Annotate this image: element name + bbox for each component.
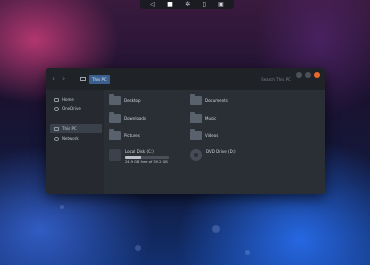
calendar-icon[interactable]: ▣ [218, 0, 224, 9]
folder-icon[interactable]: ■ [167, 0, 173, 9]
drive-free-space: 24.9 GB free of 39.2 GB [125, 160, 168, 164]
folder-documents[interactable]: Documents [190, 94, 228, 105]
disc-icon [190, 149, 202, 161]
sidebar-item-label: Home [62, 97, 74, 102]
forward-button[interactable]: › [62, 74, 65, 84]
sidebar: Home OneDrive This PC Network [46, 90, 104, 194]
folder-music[interactable]: Music [190, 112, 217, 123]
sidebar-item-network[interactable]: Network [54, 134, 100, 143]
bokeh-light [60, 205, 64, 209]
folder-desktop[interactable]: Desktop [109, 94, 141, 105]
maximize-button[interactable] [305, 72, 311, 78]
breadcrumb[interactable]: This PC [89, 75, 110, 84]
computer-icon [54, 126, 59, 131]
home-icon [54, 97, 59, 102]
folder-icon [109, 112, 121, 123]
bokeh-light [245, 250, 250, 255]
top-dock: ◁ ■ ✲ ▯ ▣ [140, 0, 234, 9]
folder-pictures[interactable]: Pictures [109, 129, 140, 140]
drive-usage-bar [125, 156, 169, 159]
drive-usage-fill [125, 156, 141, 159]
sidebar-item-label: Network [62, 136, 79, 141]
drive-name: Local Disk (C:) [125, 149, 154, 154]
folder-name: Documents [205, 97, 228, 103]
sidebar-item-onedrive[interactable]: OneDrive [54, 104, 100, 113]
folder-icon [190, 94, 202, 105]
minimize-button[interactable] [296, 72, 302, 78]
folder-name: Downloads [124, 115, 146, 121]
drive-name: DVD Drive (D:) [206, 149, 236, 154]
folder-name: Desktop [124, 97, 141, 103]
folder-videos[interactable]: Videos [190, 129, 219, 140]
folder-icon [109, 129, 121, 140]
folder-downloads[interactable]: Downloads [109, 112, 146, 123]
settings-icon[interactable]: ✲ [185, 0, 190, 9]
sidebar-item-label: OneDrive [62, 106, 81, 111]
folder-name: Music [205, 115, 217, 121]
bokeh-light [212, 225, 220, 233]
drive-info: Local Disk (C:) 24.9 GB free of 39.2 GB [125, 149, 169, 165]
sidebar-item-this-pc[interactable]: This PC [50, 124, 102, 133]
volume-icon[interactable]: ◁ [150, 0, 155, 9]
file-explorer-window: ‹ › This PC Search This PC Home OneDrive… [46, 68, 325, 194]
title-bar: ‹ › This PC Search This PC [46, 68, 325, 90]
files-icon[interactable]: ▯ [202, 0, 205, 9]
folder-name: Videos [205, 132, 219, 138]
close-button[interactable] [314, 72, 320, 78]
drive-d[interactable]: DVD Drive (D:) [190, 149, 236, 161]
folder-icon [190, 112, 202, 123]
bokeh-light [135, 245, 141, 251]
windows-drive-icon [109, 149, 121, 161]
computer-icon [80, 77, 86, 81]
cloud-icon [54, 106, 59, 111]
back-button[interactable]: ‹ [52, 74, 55, 84]
sidebar-item-home[interactable]: Home [54, 95, 100, 104]
folder-icon [109, 94, 121, 105]
sidebar-item-label: This PC [62, 126, 77, 131]
drive-c[interactable]: Local Disk (C:) 24.9 GB free of 39.2 GB [109, 149, 169, 165]
folder-name: Pictures [124, 132, 140, 138]
content-pane: Desktop Documents Downloads Music Pictur… [104, 90, 325, 194]
folder-icon [190, 129, 202, 140]
network-icon [54, 136, 59, 141]
